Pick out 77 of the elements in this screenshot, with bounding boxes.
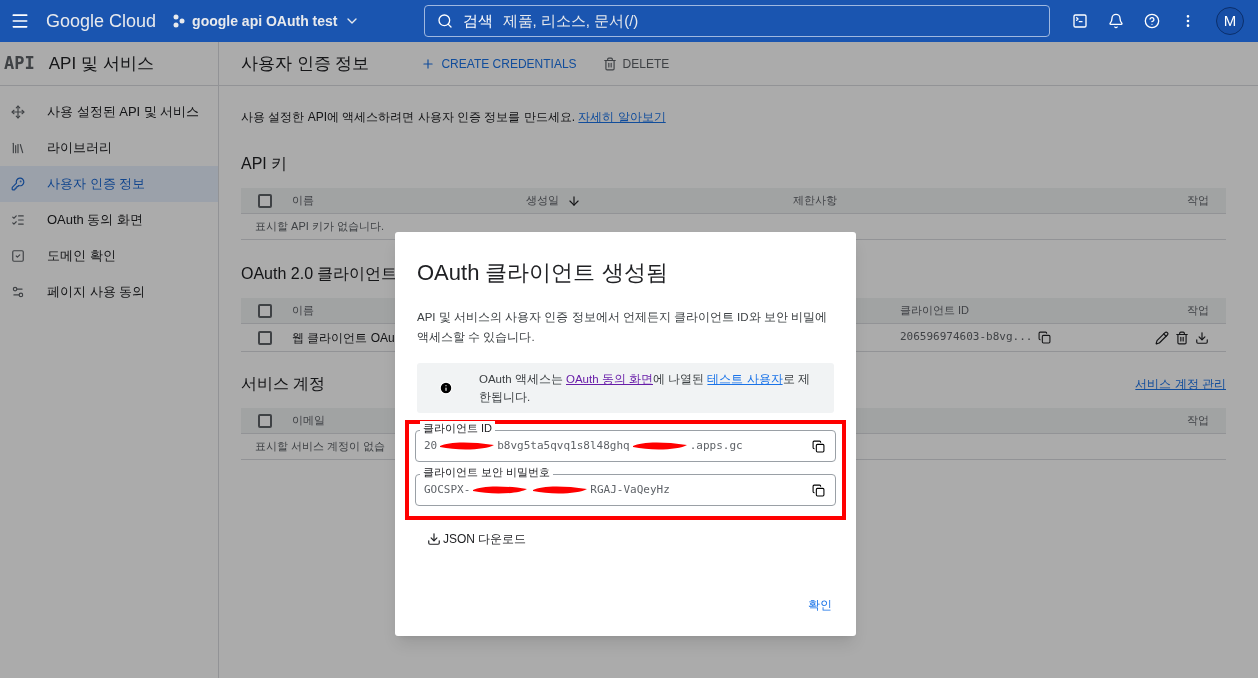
sidebar-title: API 및 서비스 (48, 52, 154, 75)
checkbox[interactable] (258, 413, 272, 428)
library-icon (11, 141, 25, 155)
manage-service-accounts-link[interactable]: 서비스 계정 관리 (1135, 375, 1226, 393)
dialog-title: OAuth 클라이언트 생성됨 (417, 259, 669, 287)
column-header: 이름 (292, 194, 314, 207)
table-cell: 206596974603-b8vg... (900, 329, 1033, 346)
redaction-scribble (630, 440, 689, 452)
api-label: API (4, 51, 35, 75)
copy-icon[interactable] (1038, 331, 1052, 344)
download-icon[interactable] (1195, 330, 1209, 345)
column-header: 이메일 (292, 413, 325, 429)
checkbox[interactable] (258, 303, 272, 318)
table-cell: 웹 클라이언트 OAu (292, 330, 395, 345)
section-title: API 키 (241, 154, 289, 174)
terminal-icon[interactable] (1072, 13, 1088, 29)
field-value: b8vg5ta5qvq1s8l48ghq (497, 437, 630, 454)
confirm-button[interactable]: 확인 (806, 596, 834, 614)
settings-list-icon (11, 285, 25, 299)
description-text: 사용 설정한 API에 액세스하려면 사용자 인증 정보를 만드세요. (241, 110, 576, 124)
download-icon (427, 532, 441, 546)
trash-icon[interactable] (1175, 330, 1189, 345)
notice-link[interactable]: 테스트 사용자 (707, 373, 783, 385)
project-picker[interactable]: google api OAuth test (172, 10, 360, 32)
empty-message: 표시할 서비스 계정이 없습 (255, 439, 386, 455)
avatar[interactable]: M (1216, 7, 1244, 35)
field-label: 클라이언트 ID (420, 421, 496, 435)
field-value: GOCSPX- (424, 481, 471, 498)
logo-text[interactable]: Google Cloud (46, 7, 157, 35)
sidebar-item[interactable]: OAuth 동의 화면 (0, 202, 218, 238)
sidebar-item[interactable]: 사용자 인증 정보 (0, 166, 218, 202)
column-header[interactable]: 생성일 (526, 192, 559, 209)
column-header: 제한사항 (793, 193, 837, 209)
menu-icon[interactable] (10, 11, 30, 31)
sidebar-item[interactable]: 라이브러리 (0, 130, 218, 166)
checklist-icon (11, 213, 25, 227)
empty-message: 표시할 API 키가 없습니다. (255, 219, 384, 235)
copy-icon[interactable] (812, 439, 825, 453)
checkbox-icon (11, 249, 25, 263)
column-header: 클라이언트 ID (900, 303, 970, 319)
project-icon (172, 14, 187, 28)
search-label: 검색 (462, 10, 493, 31)
column-header: 작업 (1187, 303, 1209, 319)
field-value: RGAJ-VaQeyHz (590, 481, 670, 498)
search-field[interactable]: 검색 제품, 리소스, 문서(/) (423, 5, 1050, 37)
field-label: 클라이언트 보안 비밀번호 (420, 465, 554, 479)
sidebar-item[interactable]: 도메인 확인 (0, 238, 218, 274)
search-icon (436, 13, 453, 29)
move-icon (11, 105, 25, 119)
dialog-body: API 및 서비스의 사용자 인증 정보에서 언제든지 클라이언트 ID와 보안 비밀에 액세스할 수 있습니다. (417, 310, 828, 345)
download-json-button[interactable]: JSON 다운로드 (427, 528, 527, 550)
field-value: .apps.gc (689, 437, 743, 454)
notice-link[interactable]: OAuth 동의 화면 (566, 373, 653, 385)
plus-icon (421, 56, 436, 71)
column-header: 작업 (1187, 193, 1209, 209)
trash-icon (602, 56, 617, 71)
bell-icon[interactable] (1108, 13, 1124, 29)
sidebar-item[interactable]: 사용 설정된 API 및 서비스 (0, 94, 218, 130)
sidebar-item[interactable]: 페이지 사용 동의 (0, 274, 218, 310)
checkbox[interactable] (258, 193, 272, 208)
help-icon[interactable] (1144, 13, 1160, 29)
column-header: 작업 (1187, 413, 1209, 429)
key-icon (11, 177, 25, 191)
section-title: 서비스 계정 (241, 374, 326, 394)
section-title: OAuth 2.0 클라이언트 (241, 264, 398, 284)
checkbox[interactable] (258, 330, 272, 345)
delete-button[interactable]: DELETE (602, 54, 670, 73)
column-header: 이름 (292, 304, 314, 317)
notice-text: OAuth 액세스는 OAuth 동의 화면에 나열된 테스트 사용자로 제한됩니다. (479, 372, 811, 405)
learn-more-link[interactable]: 자세히 알아보기 (578, 110, 666, 124)
field-value: 20 (424, 437, 438, 454)
search-placeholder: 제품, 리소스, 문서(/) (502, 10, 639, 31)
info-icon (439, 381, 453, 395)
edit-icon[interactable] (1155, 330, 1169, 345)
page-title: 사용자 인증 정보 (241, 52, 370, 75)
create-credentials-button[interactable]: CREATE CREDENTIALS (421, 54, 577, 73)
copy-icon[interactable] (812, 483, 825, 497)
